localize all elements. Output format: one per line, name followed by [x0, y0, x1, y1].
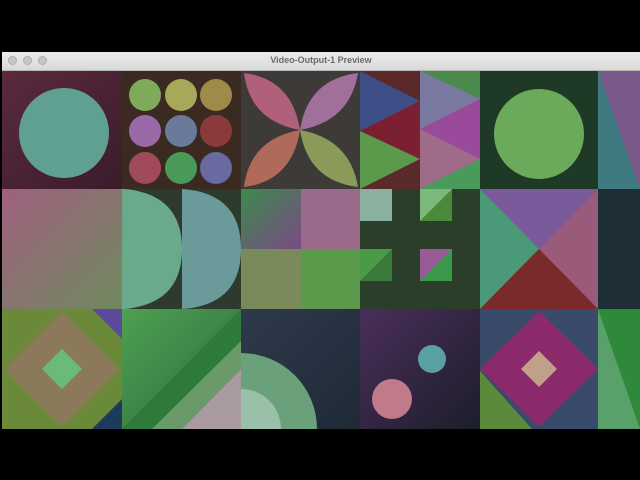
tile-gradient-square: [2, 189, 122, 309]
tile-triangle-stack: [360, 71, 420, 189]
tile-two-dots: [360, 309, 480, 429]
tile-quadrant-squares: [241, 189, 360, 309]
tile-pinwheel-triangles: [420, 71, 480, 189]
tile-magenta-diamond: [480, 309, 598, 429]
tile-concentric-half-circles: [241, 309, 360, 429]
title-bar[interactable]: Video-Output-1 Preview: [2, 52, 640, 71]
tile-green-wedge: [598, 309, 640, 429]
tile-double-half-circles: [122, 189, 241, 309]
tile-hash-pattern: [360, 189, 480, 309]
tile-four-petal-flower: [241, 71, 360, 189]
tile-bowtie-triangles: [480, 189, 598, 309]
tile-green-circle: [480, 71, 598, 189]
video-frame: [2, 71, 640, 429]
tile-dark-teal-strip: [598, 189, 640, 309]
tile-diagonal-bands: [122, 309, 241, 429]
tile-nine-dots: [122, 71, 241, 189]
video-preview-area: [2, 71, 640, 429]
tile-circle-on-maroon: [2, 71, 122, 189]
tile-diamond-in-square: [2, 309, 122, 429]
tile-diagonal-edge: [598, 71, 640, 189]
window-title: Video-Output-1 Preview: [270, 55, 372, 65]
preview-window: Video-Output-1 Preview: [2, 52, 640, 429]
